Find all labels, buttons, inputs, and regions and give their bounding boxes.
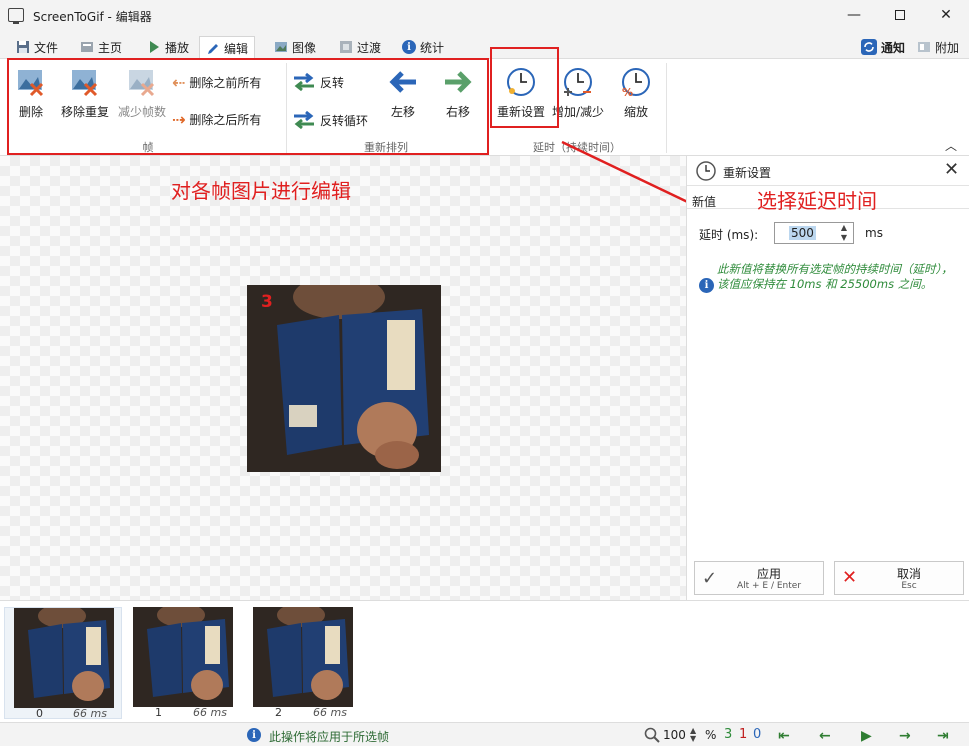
tab-play[interactable]: 播放 [141, 36, 195, 58]
highlight-box-frames [7, 58, 489, 155]
title-bar: ScreenToGif - 编辑器 — ✕ [0, 0, 969, 32]
play-icon[interactable]: ▶ [861, 728, 872, 744]
tab-home-label: 主页 [98, 40, 123, 55]
frame-thumbnail[interactable]: 1 66 ms [133, 607, 233, 719]
close-button[interactable]: ✕ [923, 0, 969, 30]
clock-plus-minus-icon [564, 68, 592, 96]
zoom-stepper-icon[interactable]: ▲ ▼ [690, 727, 696, 743]
frame-canvas[interactable]: 3 对各帧图片进行编辑 [0, 156, 686, 600]
increase-decrease-label: 增加/减少 [551, 105, 605, 119]
delay-input[interactable]: 500 ▲ ▼ [774, 222, 854, 244]
zoom-icon [644, 727, 660, 743]
frame-image: 3 [247, 285, 441, 472]
annotation-choose-delay: 选择延迟时间 [757, 189, 877, 213]
previous-frame-icon[interactable]: ← [819, 728, 831, 744]
window-title: ScreenToGif - 编辑器 [33, 10, 152, 24]
image-icon [275, 42, 287, 52]
frame-count-current: 0 [753, 727, 762, 742]
tab-stats[interactable]: i 统计 [396, 36, 450, 58]
last-frame-icon[interactable]: ⇥ [937, 728, 949, 744]
apply-label: 应用 [756, 567, 781, 581]
frame-duration: 66 ms [313, 706, 347, 719]
status-info-icon: i [247, 728, 261, 742]
frame-index: 1 [155, 706, 162, 719]
transition-icon [340, 41, 352, 53]
tab-edit-label: 编辑 [224, 42, 249, 56]
delay-label: 延时 (ms): [699, 228, 759, 242]
thumbnail-image [133, 607, 233, 707]
info-icon: i [402, 40, 416, 54]
tab-play-label: 播放 [165, 40, 190, 55]
frame-number: 3 [261, 292, 273, 312]
status-bar: i 此操作将应用于所选帧 100 ▲ ▼ % 3 1 0 ⇤ ← ▶ → ⇥ [0, 722, 969, 746]
panel-title: 重新设置 [723, 166, 772, 180]
tab-edit[interactable]: 编辑 [199, 36, 256, 60]
highlight-box-override [490, 47, 559, 128]
ribbon-separator [666, 63, 667, 153]
notifications-label: 通知 [881, 40, 906, 55]
frame-thumbnail[interactable]: 2 66 ms [253, 607, 353, 719]
frame-duration: 66 ms [193, 706, 227, 719]
scale-delay-label: 缩放 [623, 105, 648, 119]
tab-stats-label: 统计 [420, 40, 445, 55]
next-frame-icon[interactable]: → [899, 728, 911, 744]
zoom-value[interactable]: 100 [663, 728, 686, 742]
cancel-label: 取消 [896, 567, 921, 581]
frame-photo [247, 285, 441, 472]
tab-file-label: 文件 [34, 40, 59, 55]
frame-count-selected: 1 [739, 727, 748, 742]
frame-strip: 0 66 ms 1 66 ms 2 66 ms [0, 600, 969, 722]
delay-value: 500 [789, 226, 816, 240]
apply-shortcut: Alt + E / Enter [736, 581, 802, 591]
frame-thumbnail[interactable]: 0 66 ms [4, 607, 122, 720]
svg-text:%: % [622, 86, 633, 97]
stepper-icon[interactable]: ▲ ▼ [841, 223, 847, 243]
tab-image-label: 图像 [292, 40, 317, 55]
tab-file[interactable]: 文件 [10, 36, 64, 58]
play-icon [150, 41, 159, 53]
extras-button[interactable]: 附加 [911, 36, 965, 58]
thumbnail-image [14, 608, 114, 708]
panel-close-icon[interactable]: ✕ [944, 159, 959, 180]
minimize-button[interactable]: — [831, 0, 877, 30]
delay-group-label: 延时（持续时间） [533, 141, 621, 154]
tab-image[interactable]: 图像 [268, 36, 322, 58]
frame-count-total: 3 [724, 727, 733, 742]
notifications-button[interactable]: 通知 [855, 36, 911, 58]
frame-duration: 66 ms [73, 707, 107, 720]
tab-transition[interactable]: 过渡 [333, 36, 387, 58]
frame-index: 2 [275, 706, 282, 719]
collapse-ribbon-icon[interactable]: ︿ [945, 137, 957, 154]
extras-icon [918, 42, 930, 52]
tab-home[interactable]: 主页 [74, 36, 128, 58]
save-icon [17, 41, 29, 53]
annotation-edit-frames: 对各帧图片进行编辑 [171, 179, 351, 203]
cancel-button[interactable]: ✕ 取消 Esc [834, 561, 964, 595]
delay-unit: ms [865, 226, 883, 240]
info-icon: i [699, 278, 714, 293]
tab-transition-label: 过渡 [357, 40, 382, 55]
apply-button[interactable]: ✓ 应用 Alt + E / Enter [694, 561, 824, 595]
scale-delay-button[interactable]: % 缩放 [618, 67, 654, 120]
menu-tabs: 文件 主页 播放 编辑 图像 过渡 i 统计 通知 附加 [0, 32, 969, 60]
ribbon: 删除 移除重复 减少帧数 ⇠ 删除之前所有 ⇢ 删除之后所有 帧 反转 反转循环… [0, 47, 969, 156]
clock-icon [696, 161, 716, 181]
status-message: 此操作将应用于所选帧 [269, 730, 390, 744]
app-icon [8, 8, 24, 24]
cancel-shortcut: Esc [901, 581, 917, 591]
frame-index: 0 [36, 707, 43, 720]
maximize-button[interactable] [877, 0, 923, 30]
panel-header: 重新设置 ✕ [687, 156, 969, 186]
zoom-percent: % [705, 728, 717, 742]
thumbnail-image [253, 607, 353, 707]
pencil-icon [208, 43, 218, 54]
clock-percent-icon: % [622, 68, 650, 97]
first-frame-icon[interactable]: ⇤ [778, 728, 790, 744]
extras-label: 附加 [935, 40, 960, 55]
override-delay-panel: 重新设置 ✕ 新值 选择延迟时间 延时 (ms): 500 ▲ ▼ ms i 此新… [686, 156, 969, 600]
info-message: 此新值将替换所有选定帧的持续时间（延时），该值应保持在 10ms 和 25500… [717, 262, 953, 291]
home-icon [81, 42, 93, 52]
refresh-icon [861, 39, 877, 55]
